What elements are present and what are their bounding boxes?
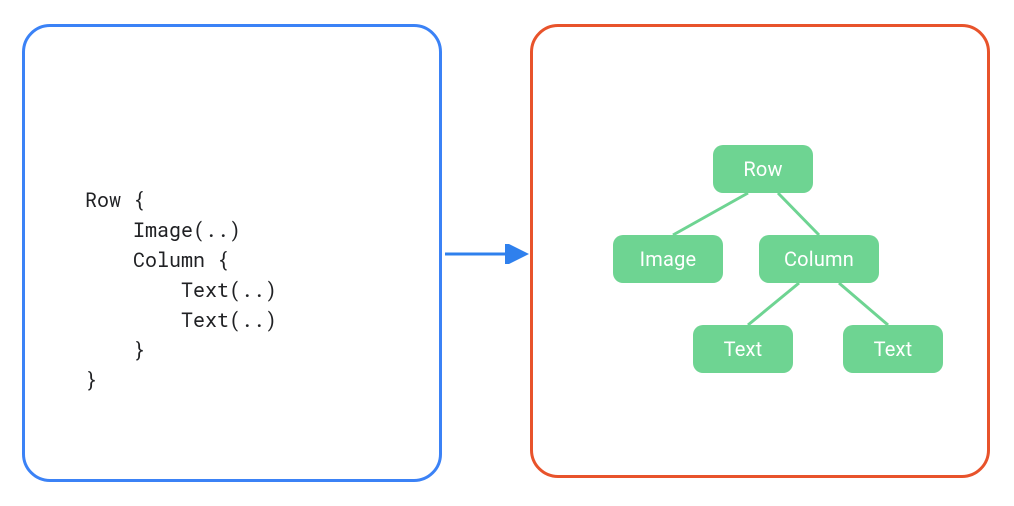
code-block: Row { Image(..) Column { Text(..) Text(.… <box>85 185 277 395</box>
code-line: } <box>85 337 145 363</box>
tree-panel: Row Image Column Text Text <box>530 24 990 478</box>
tree-node-label: Row <box>743 157 782 181</box>
code-line: Text(..) <box>85 277 277 303</box>
tree-node-row: Row <box>713 145 813 193</box>
code-line: } <box>85 367 97 393</box>
tree-node-label: Text <box>874 337 913 361</box>
tree-node-image: Image <box>613 235 723 283</box>
code-line: Row { <box>85 187 145 213</box>
code-line: Image(..) <box>85 217 241 243</box>
tree-node-label: Column <box>784 247 854 271</box>
arrow-icon <box>445 244 535 264</box>
code-panel: Row { Image(..) Column { Text(..) Text(.… <box>22 24 442 482</box>
code-line: Text(..) <box>85 307 277 333</box>
widget-tree: Row Image Column Text Text <box>573 145 953 385</box>
tree-node-column: Column <box>759 235 879 283</box>
tree-node-text: Text <box>843 325 943 373</box>
tree-node-label: Image <box>640 247 697 271</box>
code-line: Column { <box>85 247 229 273</box>
tree-node-text: Text <box>693 325 793 373</box>
diagram-canvas: Row { Image(..) Column { Text(..) Text(.… <box>0 0 1014 506</box>
tree-node-label: Text <box>724 337 763 361</box>
